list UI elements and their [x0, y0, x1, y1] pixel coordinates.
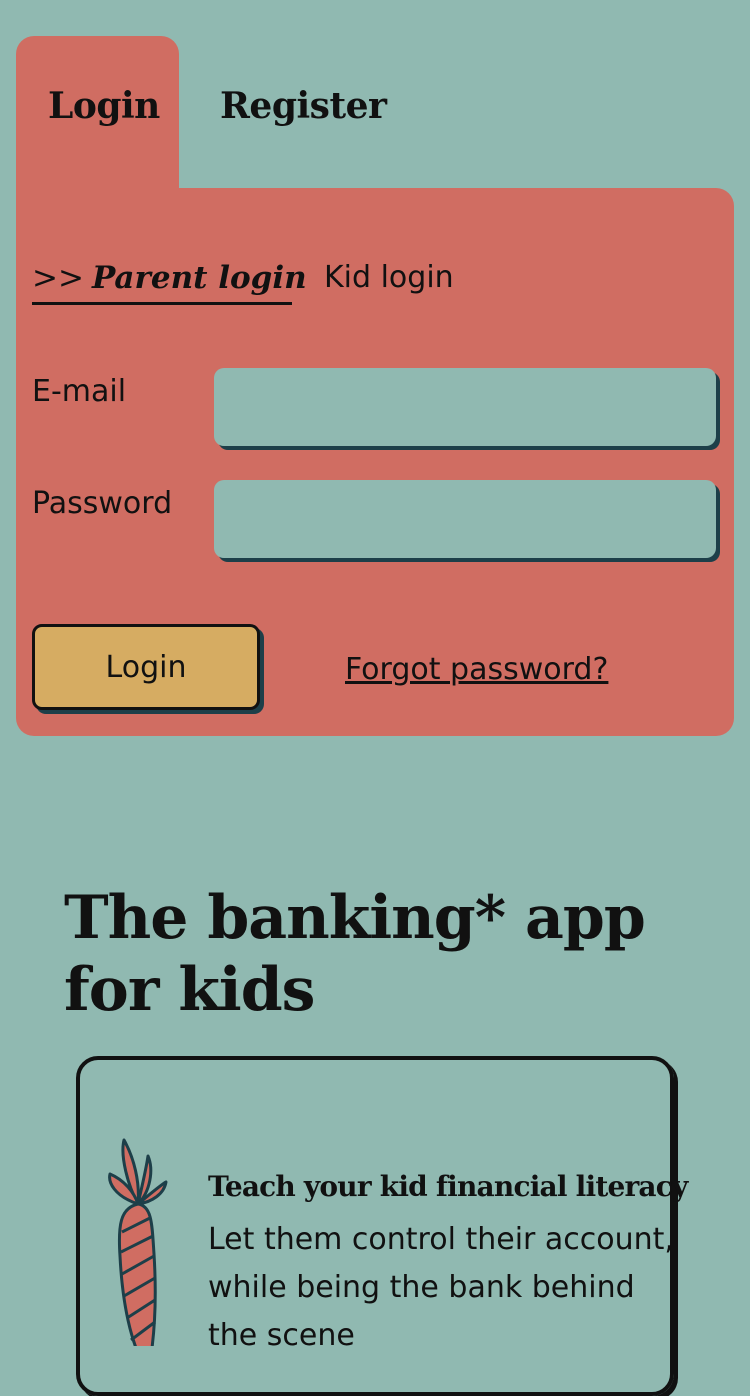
auth-tabs: Login Register: [16, 36, 734, 196]
tab-parent-login-label: Parent login: [91, 260, 307, 296]
email-label: E-mail: [32, 374, 127, 409]
email-field[interactable]: [214, 368, 716, 446]
feature-heading: Teach your kid financial literacy: [208, 1170, 688, 1203]
password-field[interactable]: [214, 480, 716, 558]
tab-login-label: Login: [48, 85, 160, 127]
hero-title: The banking* app for kids: [64, 883, 646, 1025]
tab-login[interactable]: Login: [16, 36, 179, 196]
active-indicator-arrows: >>: [32, 260, 84, 296]
login-button[interactable]: Login: [32, 624, 260, 710]
tab-parent-login[interactable]: >> Parent login: [32, 258, 307, 305]
password-label: Password: [32, 486, 173, 521]
forgot-password-link[interactable]: Forgot password?: [345, 652, 608, 687]
tab-kid-login[interactable]: Kid login: [324, 258, 454, 298]
login-card: >> Parent login Kid login E-mail Password…: [16, 188, 734, 736]
feature-card: Teach your kid financial literacy Let th…: [76, 1056, 688, 1396]
tab-register-label: Register: [220, 85, 387, 127]
feature-text: Let them control their account, while be…: [208, 1222, 674, 1353]
carrot-icon: [108, 1138, 168, 1346]
